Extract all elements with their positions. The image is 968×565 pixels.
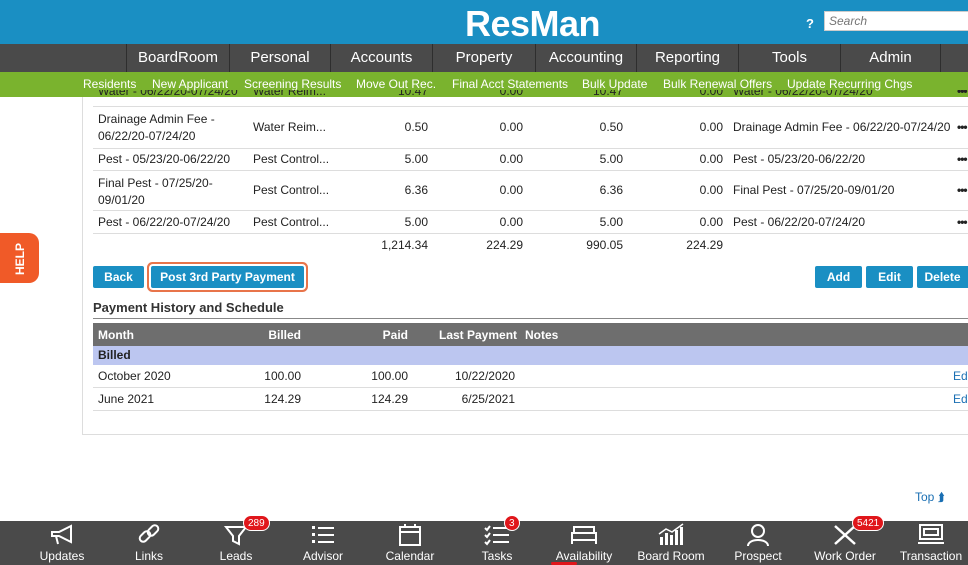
more-actions-icon[interactable]: ••• — [957, 183, 968, 197]
add-button[interactable]: Add — [815, 266, 862, 288]
table-row: Water - 06/22/20-07/24/20 Water Reim... … — [93, 90, 968, 107]
nav-property[interactable]: Property — [432, 44, 535, 72]
search-input[interactable] — [824, 11, 968, 31]
nav-accounts[interactable]: Accounts — [330, 44, 432, 72]
bottom-item-tasks[interactable]: Tasks 3 — [454, 515, 540, 565]
bottom-item-links[interactable]: Links — [106, 521, 192, 565]
table-row: October 2020 100.00 100.00 10/22/2020 Ed — [93, 365, 968, 388]
table-row: Pest - 06/22/20-07/24/20 Pest Control...… — [93, 211, 968, 234]
totals-row: 1,214.34 224.29 990.05 224.29 — [381, 238, 723, 252]
link-icon — [138, 524, 160, 543]
calendar-icon — [399, 524, 421, 546]
more-actions-icon[interactable]: ••• — [957, 215, 968, 229]
tasks-count-badge: 3 — [504, 515, 520, 531]
payment-history-title: Payment History and Schedule — [93, 300, 284, 315]
leads-count-badge: 289 — [243, 515, 270, 531]
col-month[interactable]: Month — [98, 328, 134, 342]
more-actions-icon[interactable]: ••• — [957, 90, 968, 98]
bottom-item-board-room[interactable]: Board Room — [628, 521, 714, 565]
payment-history-header: Month Billed Paid Last Payment Notes — [93, 323, 968, 346]
nav-boardroom[interactable]: BoardRoom — [126, 44, 229, 72]
post-3rd-party-payment-button[interactable]: Post 3rd Party Payment — [151, 266, 304, 288]
table-row: June 2021 124.29 124.29 6/25/2021 Ed — [93, 388, 968, 411]
billed-group-header: Billed — [93, 346, 968, 365]
bed-icon — [571, 526, 597, 544]
col-paid[interactable]: Paid — [353, 328, 408, 342]
nav-tools[interactable]: Tools — [738, 44, 840, 72]
bottom-item-advisor[interactable]: Advisor — [280, 521, 366, 565]
bottom-item-updates[interactable]: Updates — [19, 521, 105, 565]
register-icon — [918, 524, 944, 544]
help-question-icon[interactable]: ? — [806, 16, 814, 31]
nav-accounting[interactable]: Accounting — [535, 44, 636, 72]
help-tab-label: HELP — [13, 242, 27, 275]
col-last-payment[interactable]: Last Payment — [439, 328, 517, 342]
edit-link[interactable]: Ed — [953, 392, 968, 406]
table-row: Final Pest - 07/25/20- 09/01/20 Pest Con… — [93, 171, 968, 211]
bottom-item-transaction[interactable]: Transaction — [888, 521, 968, 565]
more-actions-icon[interactable]: ••• — [957, 120, 968, 134]
nav-admin[interactable]: Admin — [840, 44, 941, 72]
checklist-icon — [484, 525, 509, 546]
col-notes[interactable]: Notes — [525, 328, 558, 342]
bottom-item-calendar[interactable]: Calendar — [367, 521, 453, 565]
section-divider — [93, 318, 968, 319]
bottom-item-prospect[interactable]: Prospect — [715, 521, 801, 565]
bottom-item-availability[interactable]: Availability — [541, 521, 627, 565]
table-row: Drainage Admin Fee - 06/22/20-07/24/20 W… — [93, 107, 968, 149]
app-header: ResMan ? — [0, 0, 968, 44]
bottom-item-leads[interactable]: Leads 289 — [193, 515, 279, 565]
resman-logo[interactable]: ResMan — [465, 3, 601, 45]
edit-button[interactable]: Edit — [866, 266, 913, 288]
table-row: Pest - 05/23/20-06/22/20 Pest Control...… — [93, 149, 968, 171]
main-nav: BoardRoom Personal Accounts Property Acc… — [0, 44, 968, 72]
help-tab[interactable]: HELP — [0, 233, 39, 283]
back-button[interactable]: Back — [93, 266, 144, 288]
nav-reporting[interactable]: Reporting — [636, 44, 738, 72]
bottom-toolbar: Updates Links Leads 289 Advisor Calendar… — [0, 515, 968, 565]
delete-button[interactable]: Delete — [917, 266, 968, 288]
edit-link[interactable]: Ed — [953, 369, 968, 383]
bar-chart-icon — [658, 523, 684, 545]
col-billed[interactable]: Billed — [243, 328, 301, 342]
nav-personal[interactable]: Personal — [229, 44, 330, 72]
more-actions-icon[interactable]: ••• — [957, 152, 968, 166]
work-order-count-badge: 5421 — [852, 515, 885, 531]
megaphone-icon — [51, 524, 72, 545]
list-icon — [312, 526, 334, 543]
person-icon — [747, 524, 769, 547]
bottom-item-work-order[interactable]: Work Order 5421 — [802, 515, 888, 565]
back-to-top-link[interactable]: Top ⮭ — [915, 490, 945, 505]
